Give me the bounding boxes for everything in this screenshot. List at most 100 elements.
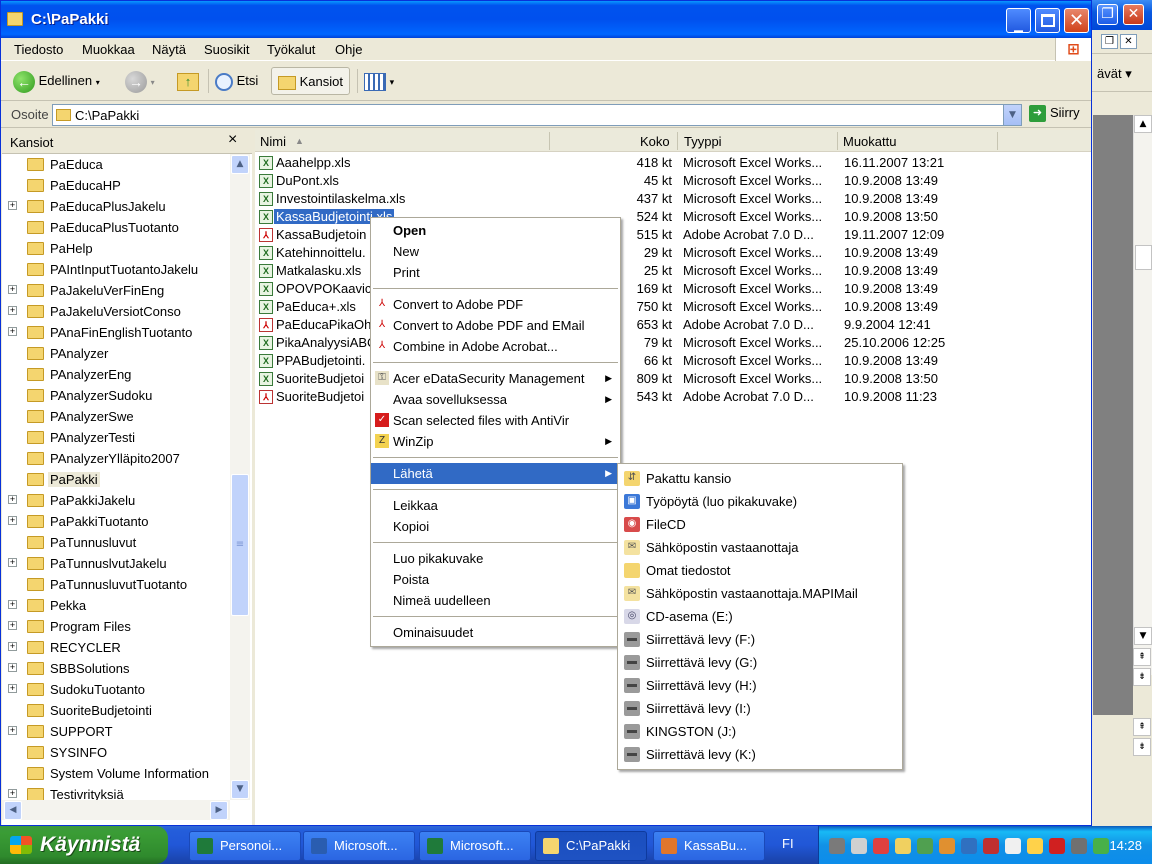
tray-icon[interactable] [983, 838, 999, 854]
folder-tree-item[interactable]: + PAnaFinEnglishTuotanto [2, 322, 230, 343]
folder-tree-item[interactable]: + Testivrityksiä [2, 784, 230, 800]
folder-tree-item[interactable]: + Pekka [2, 595, 230, 616]
send-to-item[interactable]: ▬ Siirrettävä levy (H:) [618, 674, 902, 697]
maximize-button[interactable] [1035, 8, 1060, 33]
address-dropdown-icon[interactable]: ▼ [1003, 105, 1021, 125]
context-menu-item[interactable]: ⅄ Convert to Adobe PDF and EMail [371, 315, 620, 336]
expand-plus-icon[interactable]: + [8, 306, 17, 315]
tray-icon[interactable] [1005, 838, 1021, 854]
search-button[interactable]: Etsi [215, 67, 258, 95]
folder-tree-item[interactable]: + PaJakeluVerFinEng [2, 280, 230, 301]
context-menu-item[interactable]: Lähetä ▶ [371, 463, 620, 484]
context-menu-item[interactable]: New [371, 241, 620, 262]
antivir-icon[interactable] [1049, 838, 1065, 854]
folder-tree-item[interactable]: PAnalyzer [2, 343, 230, 364]
scroll-down-arrow-icon[interactable]: ▼ [231, 780, 249, 799]
printer-icon[interactable] [851, 838, 867, 854]
expand-plus-icon[interactable]: + [8, 327, 17, 336]
send-to-item[interactable]: ◉ FileCD [618, 513, 902, 536]
folder-tree-item[interactable]: + SudokuTuotanto [2, 679, 230, 700]
context-menu-item[interactable]: Open [371, 220, 620, 241]
tray-icon[interactable] [1071, 838, 1087, 854]
column-divider[interactable] [997, 132, 998, 150]
context-menu-item[interactable]: ⚿ Acer eDataSecurity Management ▶ [371, 368, 620, 389]
context-menu-item[interactable]: ⅄ Combine in Adobe Acrobat... [371, 336, 620, 357]
background-scroll-down-arrow[interactable]: ▼ [1134, 627, 1152, 645]
folder-tree-item[interactable]: + SUPPORT [2, 721, 230, 742]
start-button[interactable]: Käynnistä [0, 826, 168, 864]
expand-plus-icon[interactable]: + [8, 663, 17, 672]
scroll-right-arrow-icon[interactable]: ▶ [210, 801, 228, 820]
expand-plus-icon[interactable]: + [8, 726, 17, 735]
folder-tree-vscroll[interactable]: ▲ ≡ ▼ [230, 154, 250, 800]
folder-tree-item[interactable]: + Program Files [2, 616, 230, 637]
folder-tree-item[interactable]: PAnalyzerYlläpito2007 [2, 448, 230, 469]
minimize-button[interactable]: _ [1006, 8, 1031, 33]
expand-plus-icon[interactable]: + [8, 558, 17, 567]
folder-tree-item[interactable]: PaEduca [2, 154, 230, 175]
language-indicator[interactable]: FI [782, 836, 794, 851]
folder-tree-item[interactable]: PAnalyzerSwe [2, 406, 230, 427]
column-size[interactable]: Koko [640, 134, 670, 149]
views-button[interactable]: ▾ [364, 67, 394, 95]
folder-tree-item[interactable]: PaEducaHP [2, 175, 230, 196]
folder-tree-item[interactable]: System Volume Information [2, 763, 230, 784]
folder-tree-item[interactable]: + PaPakkiJakelu [2, 490, 230, 511]
column-divider[interactable] [549, 132, 550, 150]
background-lower-scroll[interactable]: ⇞ ⇟ ⇞ ⇟ [1133, 648, 1152, 768]
folder-tree-item[interactable]: PAnalyzerSudoku [2, 385, 230, 406]
file-row[interactable]: X Aaahelpp.xls 418 kt Microsoft Excel Works… [255, 154, 1091, 172]
send-to-item[interactable]: ▬ Siirrettävä levy (K:) [618, 743, 902, 766]
expand-plus-icon[interactable]: + [8, 516, 17, 525]
background-page-down-icon[interactable]: ⇟ [1133, 668, 1151, 686]
background-scroll-up-arrow[interactable]: ▲ [1134, 115, 1152, 133]
folder-tree-item[interactable]: + PaPakkiTuotanto [2, 511, 230, 532]
taskbar-button[interactable]: Microsoft... [419, 831, 531, 861]
folder-tree-item[interactable]: + PaTunnuslvutJakelu [2, 553, 230, 574]
expand-plus-icon[interactable]: + [8, 684, 17, 693]
send-to-item[interactable]: ▬ Siirrettävä levy (F:) [618, 628, 902, 651]
expand-plus-icon[interactable]: + [8, 789, 17, 798]
context-menu-item[interactable]: Luo pikakuvake [371, 548, 620, 569]
background-close-small-button[interactable]: ✕ [1120, 34, 1137, 49]
expand-plus-icon[interactable]: + [8, 600, 17, 609]
folder-tree-item[interactable]: PaTunnusluvutTuotanto [2, 574, 230, 595]
folder-tree-item[interactable]: + SBBSolutions [2, 658, 230, 679]
context-menu-item[interactable]: Print [371, 262, 620, 283]
context-menu-item[interactable]: ⅄ Convert to Adobe PDF [371, 294, 620, 315]
volume-icon[interactable] [1027, 838, 1043, 854]
context-menu-item[interactable]: Nimeä uudelleen [371, 590, 620, 611]
scroll-up-arrow-icon[interactable]: ▲ [231, 155, 249, 174]
send-to-item[interactable]: ▬ Siirrettävä levy (G:) [618, 651, 902, 674]
up-folder-button[interactable]: ↑ [177, 67, 199, 95]
folder-tree-item[interactable]: PAnalyzerTesti [2, 427, 230, 448]
context-menu-item[interactable]: Leikkaa [371, 495, 620, 516]
tray-icon[interactable] [1093, 838, 1109, 854]
title-bar[interactable]: C:\PaPakki _ ✕ [1, 1, 1091, 38]
close-pane-icon[interactable]: × [228, 131, 237, 149]
folder-tree-item[interactable]: SuoriteBudjetointi [2, 700, 230, 721]
go-button[interactable]: ➜ Siirry [1029, 105, 1080, 123]
folder-tree-item[interactable]: PaPakki [2, 469, 230, 490]
folder-tree-item[interactable]: PaTunnusluvut [2, 532, 230, 553]
context-menu-item[interactable]: Poista [371, 569, 620, 590]
back-button[interactable]: ← Edellinen ▾ [13, 67, 100, 95]
close-button[interactable]: ✕ [1064, 8, 1089, 33]
context-menu-item[interactable]: Z WinZip ▶ [371, 431, 620, 452]
folder-tree-item[interactable]: PAnalyzerEng [2, 364, 230, 385]
context-menu-item[interactable]: Ominaisuudet [371, 622, 620, 643]
expand-plus-icon[interactable]: + [8, 495, 17, 504]
context-menu-item[interactable]: ✓ Scan selected files with AntiVir [371, 410, 620, 431]
scroll-thumb[interactable]: ≡ [231, 474, 249, 616]
expand-plus-icon[interactable]: + [8, 285, 17, 294]
folder-tree-item[interactable]: + PaEducaPlusJakelu [2, 196, 230, 217]
taskbar-button[interactable]: Microsoft... [303, 831, 415, 861]
menu-view[interactable]: Näytä [152, 42, 186, 57]
folder-tree-item[interactable]: PAIntInputTuotantoJakelu [2, 259, 230, 280]
forward-button[interactable]: → ▾ [125, 67, 155, 95]
expand-plus-icon[interactable]: + [8, 642, 17, 651]
menu-help[interactable]: Ohje [335, 42, 362, 57]
send-to-item[interactable]: ▬ KINGSTON (J:) [618, 720, 902, 743]
folder-tree-item[interactable]: SYSINFO [2, 742, 230, 763]
background-toolbar-fragment[interactable]: ävät ▾ [1089, 54, 1152, 92]
